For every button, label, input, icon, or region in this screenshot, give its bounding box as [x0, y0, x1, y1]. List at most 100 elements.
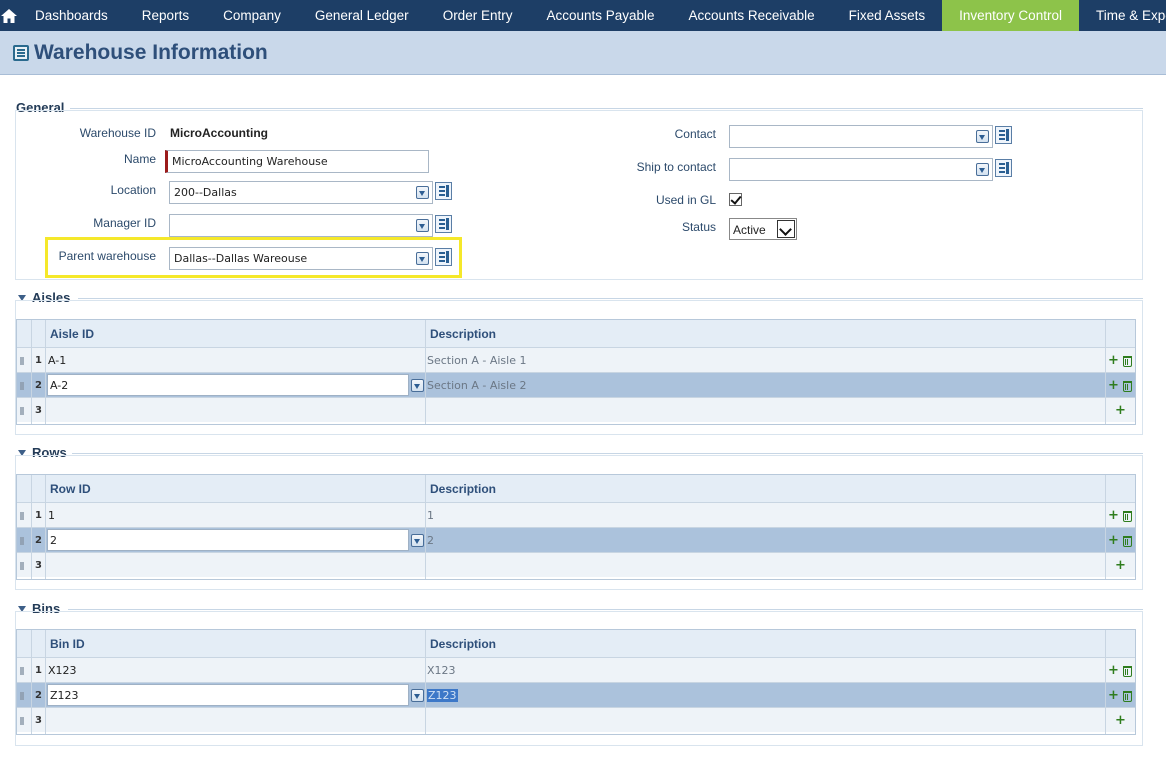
- drag-handle-icon[interactable]: [20, 562, 24, 570]
- ship-to-contact-label: Ship to contact: [636, 160, 716, 174]
- parent-warehouse-label: Parent warehouse: [58, 249, 156, 263]
- delete-row-icon[interactable]: [1123, 666, 1132, 677]
- table-row[interactable]: 3 +: [17, 707, 1135, 732]
- drag-handle-icon[interactable]: [20, 537, 24, 545]
- contact-input[interactable]: [729, 125, 993, 148]
- nav-time-expenses[interactable]: Time & Expenses: [1079, 0, 1166, 31]
- manager-lookup-icon[interactable]: [435, 215, 452, 233]
- aisle-id-header[interactable]: Aisle ID: [50, 320, 94, 347]
- divider: [68, 609, 1143, 610]
- table-row[interactable]: 2 2 2 +: [17, 527, 1135, 552]
- rows-grid: Row ID Description 1 1 1 + 2 2 2 + 3 +: [16, 474, 1136, 580]
- parent-warehouse-input[interactable]: Dallas--Dallas Wareouse: [169, 247, 433, 270]
- row-id-header[interactable]: Row ID: [50, 475, 91, 502]
- grid-header: Aisle ID Description: [17, 320, 1135, 347]
- table-row[interactable]: 2 A-2 Section A - Aisle 2 +: [17, 372, 1135, 397]
- contact-lookup-icon[interactable]: [995, 126, 1012, 144]
- row-number: 3: [35, 559, 42, 571]
- ship-to-contact-dropdown-icon[interactable]: [976, 163, 989, 176]
- bin-id-dropdown-icon[interactable]: [411, 689, 424, 702]
- add-row-icon[interactable]: +: [1115, 559, 1126, 572]
- nav-inventory-control[interactable]: Inventory Control: [942, 0, 1079, 31]
- description-header[interactable]: Description: [430, 475, 496, 502]
- bin-id-cell[interactable]: X123: [48, 658, 77, 682]
- description-header[interactable]: Description: [430, 320, 496, 347]
- description-cell[interactable]: 1: [427, 503, 434, 527]
- used-in-gl-label: Used in GL: [655, 193, 716, 207]
- nav-fixed-assets[interactable]: Fixed Assets: [832, 0, 943, 31]
- row-number: 3: [35, 404, 42, 416]
- delete-row-icon[interactable]: [1123, 691, 1132, 702]
- description-header[interactable]: Description: [430, 630, 496, 657]
- delete-row-icon[interactable]: [1123, 356, 1132, 367]
- delete-row-icon[interactable]: [1123, 381, 1132, 392]
- description-cell[interactable]: Z123: [427, 683, 458, 707]
- name-input[interactable]: MicroAccounting Warehouse: [165, 150, 429, 173]
- table-row[interactable]: 1 X123 X123 +: [17, 657, 1135, 682]
- selected-description-text[interactable]: Z123: [427, 688, 458, 702]
- drag-handle-icon[interactable]: [20, 512, 24, 520]
- aisle-id-input[interactable]: A-2: [47, 374, 409, 396]
- row-id-cell[interactable]: 1: [48, 503, 55, 527]
- nav-accounts-receivable[interactable]: Accounts Receivable: [672, 0, 832, 31]
- divider: [78, 298, 1143, 299]
- nav-order-entry[interactable]: Order Entry: [426, 0, 530, 31]
- used-in-gl-checkbox[interactable]: [729, 193, 742, 206]
- add-row-icon[interactable]: +: [1108, 509, 1119, 522]
- add-row-icon[interactable]: +: [1108, 664, 1119, 677]
- parent-warehouse-lookup-icon[interactable]: [435, 248, 452, 266]
- description-cell[interactable]: Section A - Aisle 2: [427, 373, 526, 397]
- table-row[interactable]: 1 1 1 +: [17, 502, 1135, 527]
- nav-accounts-payable[interactable]: Accounts Payable: [529, 0, 671, 31]
- description-cell[interactable]: 2: [427, 528, 434, 552]
- table-row[interactable]: 1 A-1 Section A - Aisle 1 +: [17, 347, 1135, 372]
- contact-label: Contact: [674, 127, 716, 141]
- nav-dashboards[interactable]: Dashboards: [18, 0, 125, 31]
- add-row-icon[interactable]: +: [1108, 379, 1119, 392]
- table-row[interactable]: 3 +: [17, 552, 1135, 577]
- add-row-icon[interactable]: +: [1108, 689, 1119, 702]
- status-value: Active: [733, 223, 766, 237]
- aisle-id-cell[interactable]: A-1: [48, 348, 66, 372]
- location-lookup-icon[interactable]: [435, 182, 452, 200]
- bins-grid: Bin ID Description 1 X123 X123 + 2 Z123 …: [16, 629, 1136, 735]
- row-id-input[interactable]: 2: [47, 529, 409, 551]
- manager-dropdown-icon[interactable]: [416, 219, 429, 232]
- row-id-dropdown-icon[interactable]: [411, 534, 424, 547]
- status-select[interactable]: Active: [729, 218, 797, 240]
- location-dropdown-icon[interactable]: [416, 186, 429, 199]
- drag-handle-icon[interactable]: [20, 407, 24, 415]
- description-cell[interactable]: Section A - Aisle 1: [427, 348, 526, 372]
- drag-handle-icon[interactable]: [20, 382, 24, 390]
- table-row[interactable]: 3 +: [17, 397, 1135, 422]
- drag-handle-icon[interactable]: [20, 692, 24, 700]
- nav-general-ledger[interactable]: General Ledger: [298, 0, 426, 31]
- add-row-icon[interactable]: +: [1115, 714, 1126, 727]
- row-number: 2: [35, 379, 42, 391]
- nav-reports[interactable]: Reports: [125, 0, 206, 31]
- add-row-icon[interactable]: +: [1108, 354, 1119, 367]
- ship-to-contact-input[interactable]: [729, 158, 993, 181]
- add-row-icon[interactable]: +: [1115, 404, 1126, 417]
- delete-row-icon[interactable]: [1123, 536, 1132, 547]
- bin-id-input[interactable]: Z123: [47, 684, 409, 706]
- grid-header: Bin ID Description: [17, 630, 1135, 657]
- drag-handle-icon[interactable]: [20, 717, 24, 725]
- description-cell[interactable]: X123: [427, 658, 456, 682]
- location-input[interactable]: 200--Dallas: [169, 181, 433, 204]
- ship-to-contact-lookup-icon[interactable]: [995, 159, 1012, 177]
- parent-warehouse-dropdown-icon[interactable]: [416, 252, 429, 265]
- aisle-id-dropdown-icon[interactable]: [411, 379, 424, 392]
- contact-dropdown-icon[interactable]: [976, 130, 989, 143]
- home-icon[interactable]: [0, 0, 18, 31]
- manager-id-input[interactable]: [169, 214, 433, 237]
- table-row[interactable]: 2 Z123 Z123 +: [17, 682, 1135, 707]
- bin-id-header[interactable]: Bin ID: [50, 630, 85, 657]
- delete-row-icon[interactable]: [1123, 511, 1132, 522]
- drag-handle-icon[interactable]: [20, 667, 24, 675]
- add-row-icon[interactable]: +: [1108, 534, 1119, 547]
- chevron-down-icon: [777, 220, 795, 238]
- drag-handle-icon[interactable]: [20, 357, 24, 365]
- nav-company[interactable]: Company: [206, 0, 298, 31]
- grid-header: Row ID Description: [17, 475, 1135, 502]
